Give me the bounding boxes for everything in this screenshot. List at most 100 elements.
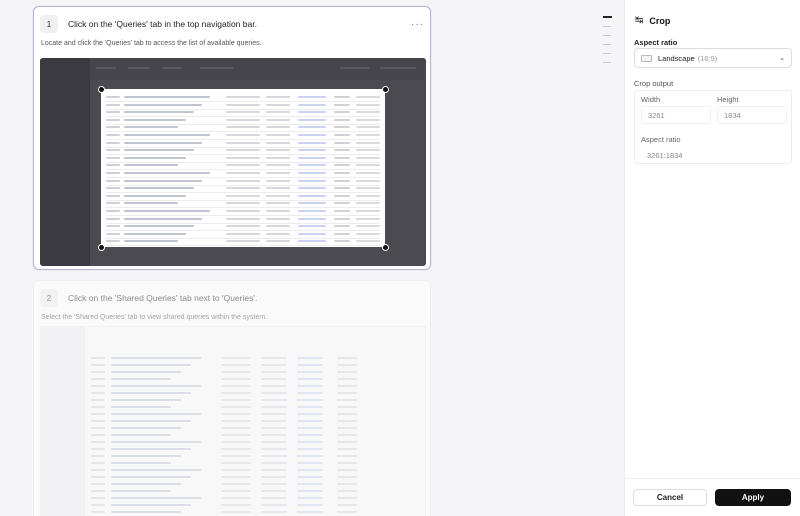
rail-tick[interactable] <box>603 44 611 45</box>
screenshot-line <box>356 194 380 197</box>
screenshot-line <box>221 441 251 443</box>
screenshot-line <box>356 217 380 220</box>
screenshot-line <box>356 210 380 212</box>
screenshot-line <box>334 141 350 144</box>
screenshot-line <box>297 385 323 387</box>
step-title[interactable]: Click on the 'Queries' tab in the top na… <box>68 19 411 29</box>
screenshot-line <box>337 364 357 366</box>
screenshot-line <box>266 172 290 174</box>
rail-tick[interactable] <box>603 35 611 36</box>
step-title[interactable]: Click on the 'Shared Queries' tab next t… <box>68 293 424 303</box>
screenshot-line <box>266 240 290 243</box>
screenshot-line <box>297 455 323 457</box>
screenshot-line <box>266 103 290 106</box>
screenshot-line <box>124 164 178 167</box>
screenshot-line <box>91 469 105 471</box>
step-description[interactable]: Select the 'Shared Queries' tab to view … <box>41 314 267 321</box>
aspect-ratio-select[interactable]: Landscape (16:9) ⌄ <box>634 48 792 68</box>
screenshot-line <box>266 194 290 197</box>
screenshot-line <box>226 217 260 220</box>
crop-handle-top-left[interactable] <box>98 86 105 93</box>
screenshot-line <box>91 392 105 394</box>
screenshot-line <box>124 126 178 129</box>
screenshot-line <box>261 392 287 394</box>
screenshot-line <box>261 483 287 485</box>
cancel-button[interactable]: Cancel <box>633 489 707 506</box>
screenshot-line <box>221 448 251 450</box>
screenshot-line <box>111 371 181 373</box>
crop-handle-bottom-right[interactable] <box>382 244 389 251</box>
step-screenshot[interactable] <box>40 326 426 516</box>
screenshot-decor <box>380 67 416 69</box>
screenshot-line <box>266 164 290 167</box>
screenshot-line <box>226 225 260 228</box>
screenshot-line <box>226 96 260 98</box>
screenshot-line <box>221 455 251 457</box>
screenshot-line <box>91 448 105 450</box>
screenshot-line <box>106 96 120 98</box>
screenshot-line <box>297 504 323 506</box>
step-card-1[interactable]: 1 Click on the 'Queries' tab in the top … <box>33 6 431 270</box>
screenshot-line <box>226 134 260 136</box>
scroll-rail[interactable] <box>603 16 613 71</box>
screenshot-line <box>106 164 120 167</box>
screenshot-line <box>124 217 202 220</box>
screenshot-row <box>106 177 380 178</box>
screenshot-row <box>106 108 380 110</box>
screenshot-topbar <box>90 58 426 80</box>
screenshot-line <box>266 202 290 205</box>
crop-selection[interactable] <box>101 89 385 247</box>
screenshot-line <box>356 179 380 182</box>
rail-tick[interactable] <box>603 16 612 18</box>
screenshot-line <box>261 427 287 429</box>
rail-tick[interactable] <box>603 62 611 63</box>
step-header: 2 Click on the 'Shared Queries' tab next… <box>40 287 424 309</box>
step-number: 2 <box>40 289 58 307</box>
step-card-2[interactable]: 2 Click on the 'Shared Queries' tab next… <box>33 280 431 516</box>
screenshot-decor <box>200 67 234 69</box>
more-options-icon[interactable]: ··· <box>411 19 424 30</box>
screenshot-line <box>221 497 251 499</box>
editor-area: 1 Click on the 'Queries' tab in the top … <box>0 0 624 516</box>
screenshot-line <box>261 455 287 457</box>
screenshot-line <box>334 156 350 159</box>
screenshot-line <box>334 187 350 190</box>
crop-handle-bottom-left[interactable] <box>98 244 105 251</box>
screenshot-line <box>298 232 326 235</box>
screenshot-line <box>226 194 260 197</box>
rail-tick[interactable] <box>603 26 611 27</box>
screenshot-line <box>261 399 287 401</box>
screenshot-line <box>111 462 171 464</box>
step-description[interactable]: Locate and click the 'Queries' tab to ac… <box>41 40 262 47</box>
height-field[interactable]: 1834 <box>717 106 787 124</box>
screenshot-line <box>334 96 350 98</box>
screenshot-line <box>337 476 357 478</box>
step-screenshot[interactable] <box>40 58 426 266</box>
screenshot-line <box>297 483 323 485</box>
aspect-ratio-hint: (16:9) <box>697 53 718 63</box>
screenshot-line <box>334 149 350 152</box>
screenshot-line <box>337 385 357 387</box>
panel-title: Crop <box>649 15 671 26</box>
apply-button[interactable]: Apply <box>715 489 791 506</box>
screenshot-line <box>266 96 290 98</box>
screenshot-line <box>297 413 323 415</box>
screenshot-line <box>226 141 260 144</box>
screenshot-line <box>91 420 105 422</box>
screenshot-line <box>337 462 357 464</box>
screenshot-line <box>226 210 260 212</box>
ratio-output-value: 3261:1834 <box>647 150 683 160</box>
screenshot-line <box>124 172 210 174</box>
width-field[interactable]: 3261 <box>641 106 711 124</box>
screenshot-line <box>297 364 323 366</box>
rail-tick[interactable] <box>603 53 611 54</box>
screenshot-line <box>298 118 326 121</box>
screenshot-line <box>334 126 350 129</box>
screenshot-line <box>356 187 380 190</box>
screenshot-line <box>261 406 287 408</box>
crop-handle-top-right[interactable] <box>382 86 389 93</box>
screenshot-line <box>298 141 326 144</box>
screenshot-line <box>106 232 120 235</box>
screenshot-line <box>106 172 120 174</box>
screenshot-line <box>334 179 350 182</box>
